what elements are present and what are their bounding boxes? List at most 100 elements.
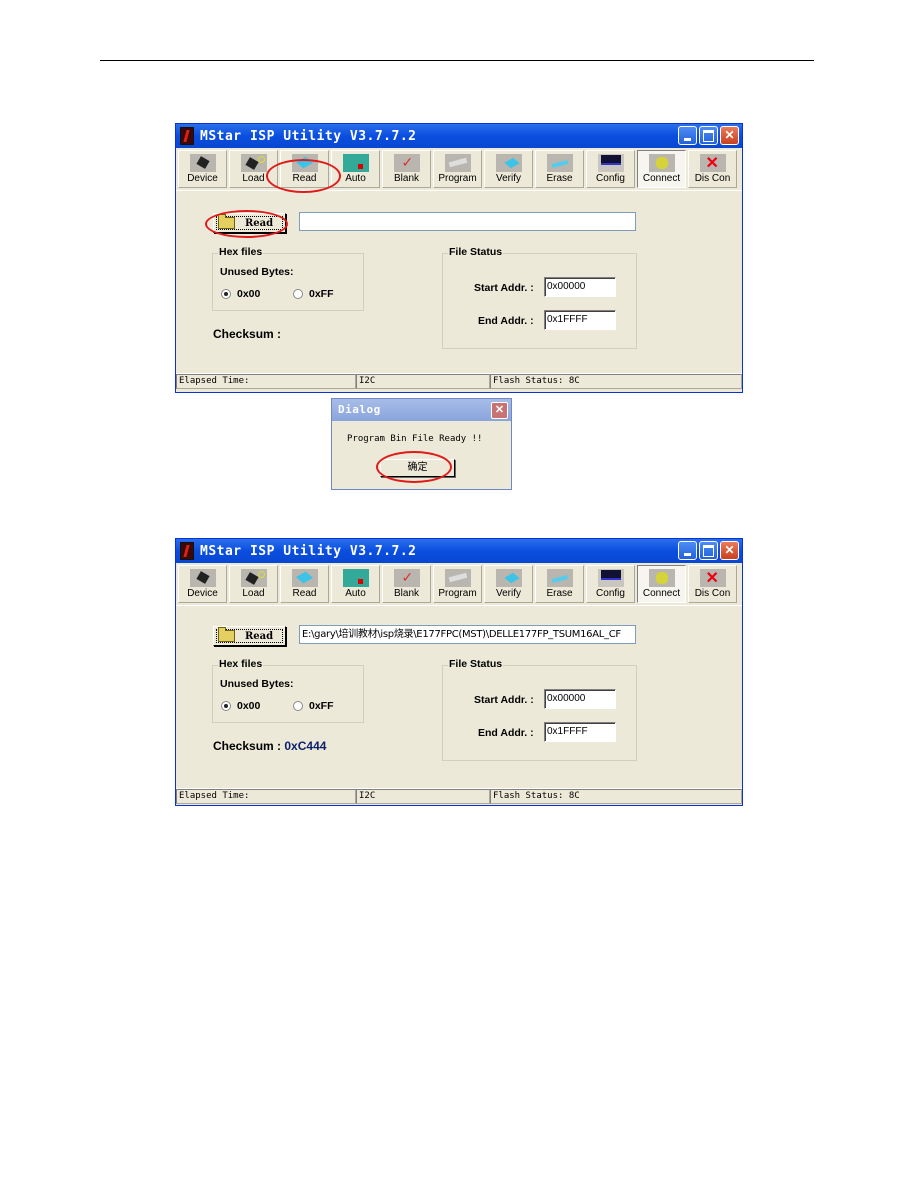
radio-0xff[interactable]: 0xFF bbox=[293, 288, 334, 300]
end-addr-field[interactable]: 0x1FFFF bbox=[544, 310, 616, 330]
blank-check-icon bbox=[393, 569, 420, 587]
verify-icon bbox=[495, 154, 522, 172]
maximize-button[interactable] bbox=[699, 126, 718, 145]
erase-icon bbox=[546, 154, 573, 172]
isp-utility-window-before: MStar ISP Utility V3.7.7.2 ✕ Device Load… bbox=[175, 123, 743, 393]
elapsed-time-status: Elapsed Time: bbox=[176, 374, 356, 389]
radio-0x00[interactable]: 0x00 bbox=[221, 288, 260, 300]
hex-files-legend: Hex files bbox=[218, 658, 264, 670]
end-addr-field[interactable]: 0x1FFFF bbox=[544, 722, 616, 742]
toolbar-load-button[interactable]: Load bbox=[229, 150, 278, 188]
toolbar-config-button[interactable]: Config bbox=[586, 150, 635, 188]
maximize-button[interactable] bbox=[699, 541, 718, 560]
maximize-icon bbox=[703, 545, 714, 557]
disconnect-icon bbox=[699, 153, 726, 173]
config-icon bbox=[597, 154, 624, 172]
toolbar-verify-button[interactable]: Verify bbox=[484, 565, 533, 603]
read-file-button[interactable]: Read bbox=[213, 626, 286, 646]
toolbar-program-button[interactable]: Program bbox=[433, 565, 482, 603]
dialog-message: Program Bin File Ready !! bbox=[347, 434, 483, 444]
toolbar-load-button[interactable]: Load bbox=[229, 565, 278, 603]
file-status-legend: File Status bbox=[448, 246, 504, 258]
message-dialog: Dialog ✕ Program Bin File Ready !! 确定 bbox=[331, 398, 512, 490]
disconnect-icon bbox=[699, 568, 726, 588]
start-addr-field[interactable]: 0x00000 bbox=[544, 689, 616, 709]
load-chip-icon bbox=[240, 154, 267, 172]
title-bar[interactable]: MStar ISP Utility V3.7.7.2 ✕ bbox=[176, 124, 742, 148]
toolbar-blank-button[interactable]: Blank bbox=[382, 150, 431, 188]
hex-files-group: Hex files Unused Bytes: 0x00 0xFF bbox=[212, 658, 364, 723]
blank-check-icon bbox=[393, 154, 420, 172]
dialog-title: Dialog bbox=[338, 403, 381, 416]
folder-open-icon bbox=[218, 214, 235, 229]
close-icon: ✕ bbox=[724, 128, 735, 142]
start-addr-label: Start Addr. : bbox=[474, 694, 534, 706]
minimize-icon bbox=[684, 553, 691, 556]
minimize-button[interactable] bbox=[678, 126, 697, 145]
dialog-ok-button[interactable]: 确定 bbox=[380, 459, 455, 477]
verify-icon bbox=[495, 569, 522, 587]
checksum-readout: Checksum : bbox=[213, 327, 281, 341]
read-file-button[interactable]: Read bbox=[213, 213, 286, 233]
program-icon bbox=[444, 569, 471, 587]
radio-0xff-label: 0xFF bbox=[309, 288, 334, 300]
toolbar-program-button[interactable]: Program bbox=[433, 150, 482, 188]
toolbar-auto-button[interactable]: Auto bbox=[331, 565, 380, 603]
radio-0x00-label: 0x00 bbox=[237, 700, 261, 712]
toolbar-blank-button[interactable]: Blank bbox=[382, 565, 431, 603]
toolbar-config-button[interactable]: Config bbox=[586, 565, 635, 603]
connect-phone-icon bbox=[648, 569, 675, 587]
close-button[interactable]: ✕ bbox=[720, 541, 739, 560]
page-header-rule bbox=[100, 60, 814, 61]
toolbar-read-button[interactable]: Read bbox=[280, 565, 329, 603]
toolbar-connect-button[interactable]: Connect bbox=[637, 150, 686, 188]
start-addr-field[interactable]: 0x00000 bbox=[544, 277, 616, 297]
read-icon bbox=[291, 154, 318, 172]
status-bar: Elapsed Time: I2C Flash Status: 8C bbox=[176, 373, 742, 389]
dialog-title-bar[interactable]: Dialog ✕ bbox=[332, 399, 511, 421]
close-icon: ✕ bbox=[724, 543, 735, 557]
checksum-label: Checksum : bbox=[213, 327, 282, 341]
toolbar: Device Load Read Auto Blank Program Veri… bbox=[176, 563, 742, 606]
radio-0xff[interactable]: 0xFF bbox=[293, 700, 334, 712]
unused-bytes-label: Unused Bytes: bbox=[220, 266, 294, 278]
close-button[interactable]: ✕ bbox=[720, 126, 739, 145]
checksum-label: Checksum : bbox=[213, 739, 282, 753]
toolbar-read-button[interactable]: Read bbox=[280, 150, 329, 188]
auto-icon bbox=[342, 569, 369, 587]
connect-phone-icon bbox=[648, 154, 675, 172]
radio-0xff-label: 0xFF bbox=[309, 700, 334, 712]
toolbar-disconnect-button[interactable]: Dis Con bbox=[688, 150, 737, 188]
toolbar-connect-button[interactable]: Connect bbox=[637, 565, 686, 603]
file-path-field[interactable] bbox=[299, 212, 636, 231]
toolbar-erase-button[interactable]: Erase bbox=[535, 150, 584, 188]
title-bar[interactable]: MStar ISP Utility V3.7.7.2 ✕ bbox=[176, 539, 742, 563]
chip-icon bbox=[189, 569, 216, 587]
window-title: MStar ISP Utility V3.7.7.2 bbox=[200, 128, 417, 144]
file-status-group: File Status Start Addr. : 0x00000 End Ad… bbox=[442, 658, 637, 761]
flash-status: Flash Status: 8C bbox=[490, 789, 742, 804]
file-path-field[interactable]: E:\gary\培训教材\isp烧录\E177FPC(MST)\DELLE177… bbox=[299, 625, 636, 644]
start-addr-label: Start Addr. : bbox=[474, 282, 534, 294]
radio-0x00[interactable]: 0x00 bbox=[221, 700, 260, 712]
interface-status: I2C bbox=[356, 374, 490, 389]
toolbar-verify-button[interactable]: Verify bbox=[484, 150, 533, 188]
radio-unselected-icon bbox=[293, 701, 303, 711]
maximize-icon bbox=[703, 130, 714, 142]
toolbar: Device Load Read Auto Blank Program Veri… bbox=[176, 148, 742, 191]
end-addr-label: End Addr. : bbox=[478, 727, 534, 739]
end-addr-label: End Addr. : bbox=[478, 315, 534, 327]
folder-open-icon bbox=[218, 627, 235, 642]
minimize-button[interactable] bbox=[678, 541, 697, 560]
toolbar-device-button[interactable]: Device bbox=[178, 565, 227, 603]
toolbar-auto-button[interactable]: Auto bbox=[331, 150, 380, 188]
unused-bytes-label: Unused Bytes: bbox=[220, 678, 294, 690]
isp-utility-window-after: MStar ISP Utility V3.7.7.2 ✕ Device Load… bbox=[175, 538, 743, 806]
file-status-group: File Status Start Addr. : 0x00000 End Ad… bbox=[442, 246, 637, 349]
toolbar-disconnect-button[interactable]: Dis Con bbox=[688, 565, 737, 603]
toolbar-erase-button[interactable]: Erase bbox=[535, 565, 584, 603]
elapsed-time-status: Elapsed Time: bbox=[176, 789, 356, 804]
main-panel: Read E:\gary\培训教材\isp烧录\E177FPC(MST)\DEL… bbox=[176, 606, 742, 788]
toolbar-device-button[interactable]: Device bbox=[178, 150, 227, 188]
dialog-close-button[interactable]: ✕ bbox=[491, 402, 508, 419]
